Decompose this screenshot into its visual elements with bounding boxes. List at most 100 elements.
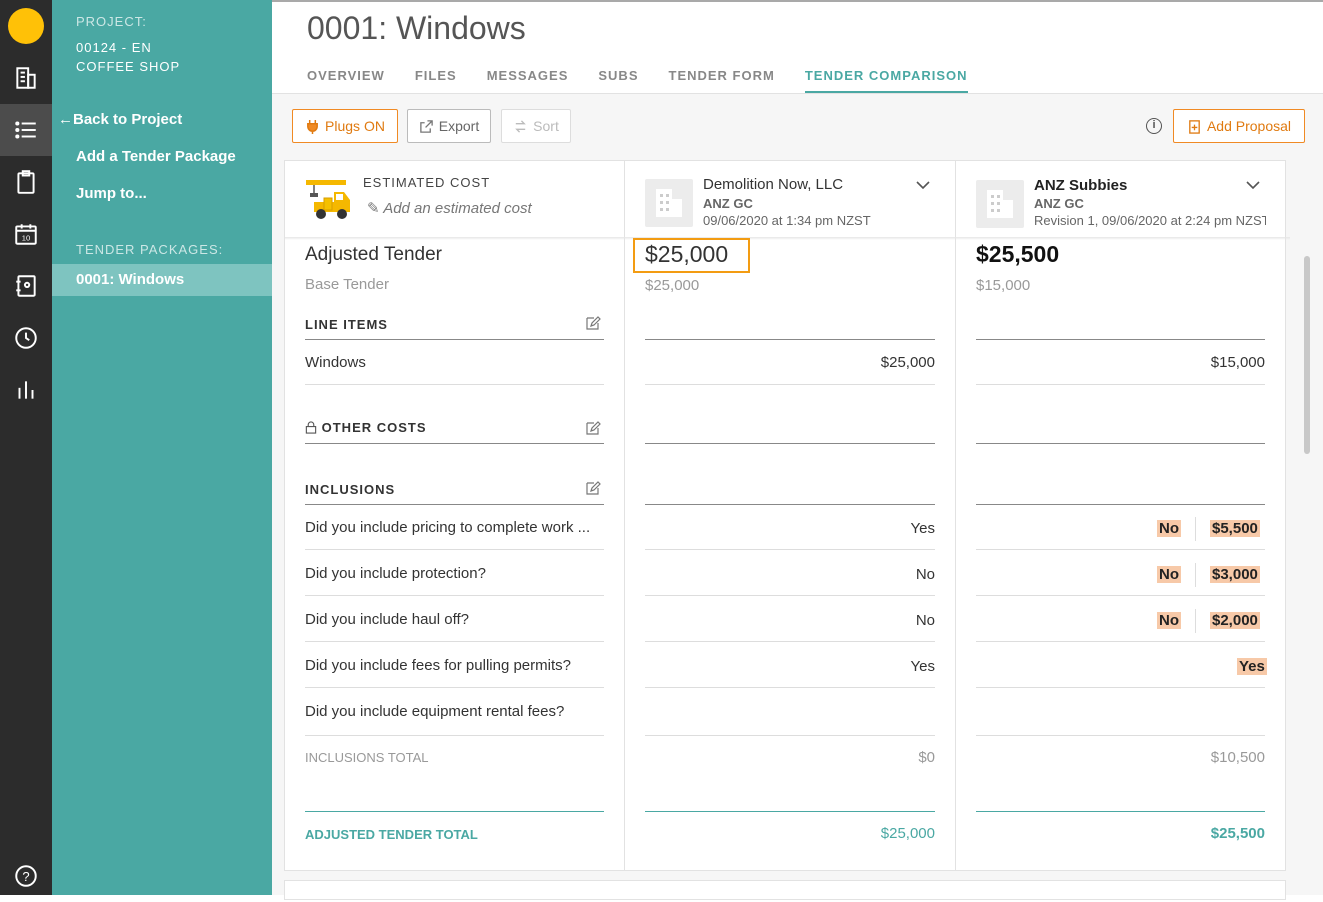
tab-tender-form[interactable]: TENDER FORM [669, 68, 775, 94]
page-title: 0001: Windows [307, 10, 526, 46]
calendar-icon[interactable]: 10 [0, 208, 52, 260]
edit-icon[interactable] [585, 315, 601, 331]
line-items-heading: LINE ITEMS [305, 317, 388, 332]
other-costs-heading: OTHER COSTS [305, 420, 427, 435]
column-divider [955, 160, 956, 871]
sort-icon [515, 119, 526, 133]
sidebar-item-windows[interactable]: 0001: Windows [52, 264, 272, 296]
export-button[interactable]: Export [407, 109, 491, 143]
icon-rail: 10 ? [0, 0, 52, 895]
export-icon [419, 119, 433, 133]
tab-overview[interactable]: OVERVIEW [307, 68, 385, 94]
add-proposal-label: Add Proposal [1206, 118, 1292, 134]
section-divider [305, 339, 604, 340]
row-divider [305, 735, 604, 736]
inclusion-question: Did you include fees for pulling permits… [305, 657, 571, 674]
row-divider [976, 384, 1265, 385]
list-icon[interactable] [0, 104, 52, 156]
plug-icon [307, 119, 318, 134]
cell-divider [1195, 563, 1196, 587]
chevron-down-icon[interactable] [1246, 180, 1260, 190]
row-divider [976, 595, 1265, 596]
other-costs-label: OTHER COSTS [321, 420, 427, 435]
tab-files[interactable]: FILES [415, 68, 457, 94]
project-name[interactable]: 00124 - EN COFFEE SHOP [76, 38, 196, 76]
help-icon[interactable]: ? [0, 850, 52, 902]
company-logo-placeholder-icon [976, 180, 1024, 228]
total-divider [645, 811, 935, 812]
edit-icon[interactable] [585, 420, 601, 436]
inclusion-answer: No [1157, 612, 1181, 629]
adjusted-total-value: $25,500 [1210, 825, 1265, 842]
row-divider [976, 735, 1265, 736]
row-divider [645, 735, 935, 736]
contacts-book-icon[interactable] [0, 260, 52, 312]
inclusion-question: Did you include pricing to complete work… [305, 519, 591, 536]
plug-amount[interactable]: $3,000 [1210, 566, 1260, 583]
inclusion-answer: Yes [910, 658, 935, 675]
row-divider [305, 384, 604, 385]
bar-chart-icon[interactable] [0, 364, 52, 416]
logo[interactable] [8, 8, 44, 44]
vertical-scrollbar[interactable] [1304, 256, 1310, 454]
bidder-name[interactable]: ANZ Subbies [1034, 177, 1127, 194]
bidder-meta: 09/06/2020 at 1:34 pm NZST [703, 213, 871, 228]
inclusions-total-label: INCLUSIONS TOTAL [305, 750, 429, 765]
line-item-windows: Windows [305, 354, 366, 371]
clipboard-icon[interactable] [0, 156, 52, 208]
base-tender-value: $15,000 [976, 277, 1031, 294]
add-proposal-button[interactable]: Add Proposal [1173, 109, 1305, 143]
project-caption: PROJECT: [76, 14, 147, 29]
adjusted-tender-value[interactable]: $25,000 [645, 241, 728, 268]
cell-divider [1195, 609, 1196, 633]
chevron-down-icon[interactable] [916, 180, 930, 190]
inclusion-answer: Yes [910, 520, 935, 537]
info-icon[interactable]: i [1146, 118, 1162, 134]
row-divider [305, 549, 604, 550]
bidder-name[interactable]: Demolition Now, LLC [703, 176, 843, 193]
estimated-cost-field[interactable]: ✎ Add an estimated cost [367, 199, 532, 217]
plug-amount[interactable]: $5,500 [1210, 520, 1260, 537]
plug-amount[interactable]: $2,000 [1210, 612, 1260, 629]
sort-label: Sort [533, 118, 559, 134]
add-document-icon [1189, 119, 1200, 134]
sort-button[interactable]: Sort [501, 109, 571, 143]
row-divider [305, 641, 604, 642]
inclusion-question: Did you include equipment rental fees? [305, 703, 565, 720]
line-item-value: $25,000 [880, 354, 935, 371]
row-divider [645, 549, 935, 550]
plugs-label: Plugs ON [325, 118, 385, 134]
adjusted-tender-label: Adjusted Tender [305, 244, 442, 265]
arrow-left-icon: ← [58, 111, 73, 128]
adjusted-tender-value[interactable]: $25,500 [976, 241, 1059, 268]
crane-truck-icon [304, 178, 352, 222]
lock-icon [305, 421, 317, 434]
inclusion-answer: No [1157, 566, 1181, 583]
bidder-company: ANZ GC [703, 196, 753, 211]
adjusted-total-label: ADJUSTED TENDER TOTAL [305, 827, 478, 842]
row-divider [976, 549, 1265, 550]
jump-to-link[interactable]: Jump to... [76, 185, 147, 202]
add-tender-package-link[interactable]: Add a Tender Package [76, 148, 236, 165]
section-divider [976, 504, 1265, 505]
plugs-toggle-button[interactable]: Plugs ON [292, 109, 398, 143]
back-to-project-link[interactable]: ←Back to Project [58, 111, 182, 128]
base-tender-label: Base Tender [305, 276, 389, 293]
tab-tender-comparison[interactable]: TENDER COMPARISON [804, 68, 968, 94]
section-divider [976, 443, 1265, 444]
column-divider [624, 160, 625, 871]
row-divider [645, 384, 935, 385]
building-icon[interactable] [0, 52, 52, 104]
tab-messages[interactable]: MESSAGES [487, 68, 569, 94]
inclusion-question: Did you include protection? [305, 565, 486, 582]
tab-subs[interactable]: SUBS [598, 68, 638, 94]
clock-icon[interactable] [0, 312, 52, 364]
inclusion-answer: No [1157, 520, 1181, 537]
inclusion-answer: No [915, 612, 935, 629]
edit-icon[interactable] [585, 480, 601, 496]
bidder-meta: Revision 1, 09/06/2020 at 2:24 pm NZST [1034, 213, 1266, 228]
inclusions-total-value: $0 [918, 749, 935, 766]
section-divider [305, 504, 604, 505]
inclusion-answer: Yes [1237, 658, 1267, 675]
top-border [272, 0, 1323, 2]
